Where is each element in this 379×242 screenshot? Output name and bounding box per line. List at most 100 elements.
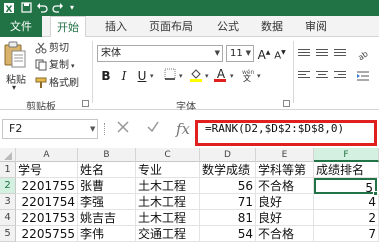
insert-function-button[interactable]: fx <box>172 119 194 139</box>
cell-a5[interactable]: 2205755 <box>16 226 78 242</box>
align-bottom-icon[interactable] <box>334 49 346 59</box>
cell-e5[interactable]: 不合格 <box>256 226 314 242</box>
cell-f2-selected[interactable]: 5 <box>314 178 377 194</box>
format-painter-button[interactable]: 格式刷 <box>35 77 79 91</box>
confirm-formula-icon[interactable] <box>142 119 164 139</box>
cell-d5[interactable]: 54 <box>200 226 256 242</box>
cell-a2[interactable]: 2201755 <box>16 178 78 194</box>
cell-b1[interactable]: 姓名 <box>78 162 136 178</box>
column-header-e[interactable]: E <box>256 148 314 162</box>
grow-font-button[interactable]: A▲ <box>257 45 271 62</box>
cell-c5[interactable]: 交通工程 <box>136 226 200 242</box>
chevron-down-icon: ▼ <box>245 49 251 57</box>
name-box-dropdown-icon[interactable]: ▼ <box>90 119 95 139</box>
indent-icon[interactable] <box>356 69 370 83</box>
column-header-row: A B C D E F <box>0 148 379 162</box>
cut-button[interactable]: 剪切 <box>35 42 69 56</box>
cell-b2[interactable]: 张曹 <box>78 178 136 194</box>
quick-access-menu-icon[interactable]: ▾ <box>66 2 78 14</box>
undo-icon[interactable] <box>36 2 48 14</box>
underline-button[interactable]: U <box>135 68 149 84</box>
cell-a3[interactable]: 2201754 <box>16 194 78 210</box>
align-center-icon[interactable] <box>316 71 328 81</box>
column-header-b[interactable]: B <box>78 148 136 162</box>
orientation-icon[interactable]: ab <box>356 47 370 62</box>
brush-icon <box>35 77 47 89</box>
tab-file[interactable]: 文件 <box>0 16 42 37</box>
column-header-d[interactable]: D <box>200 148 256 162</box>
cell-a4[interactable]: 2201753 <box>16 210 78 226</box>
fill-bucket-icon <box>190 69 202 82</box>
bold-button[interactable]: B <box>99 68 113 84</box>
font-name-value: 宋体 <box>101 48 121 59</box>
redo-icon[interactable] <box>52 2 64 14</box>
cell-d4[interactable]: 81 <box>200 210 256 226</box>
tab-review[interactable]: 审阅 <box>298 16 334 37</box>
tab-page-layout[interactable]: 页面布局 <box>140 16 202 37</box>
row-header-3[interactable]: 3 <box>0 194 16 210</box>
cell-c1[interactable]: 专业 <box>136 162 200 178</box>
cell-d3[interactable]: 71 <box>200 194 256 210</box>
align-left-icon[interactable] <box>298 71 310 81</box>
group-divider <box>92 41 93 103</box>
cell-e1[interactable]: 学科等第 <box>256 162 314 178</box>
tab-formulas[interactable]: 公式 <box>210 16 246 37</box>
cell-f3[interactable]: 4 <box>314 194 379 210</box>
shrink-font-button[interactable]: A▼ <box>273 45 287 61</box>
column-header-f[interactable]: F <box>314 148 379 162</box>
font-color-button[interactable]: A <box>214 68 228 84</box>
cell-f5[interactable]: 7 <box>314 226 379 242</box>
tab-insert[interactable]: 插入 <box>98 16 134 37</box>
font-size-select[interactable]: 11 ▼ <box>226 45 254 62</box>
row-header-2[interactable]: 2 <box>0 178 16 194</box>
border-button[interactable] <box>162 68 178 84</box>
cell-a1[interactable]: 学号 <box>16 162 78 178</box>
italic-button[interactable]: I <box>117 68 131 84</box>
fill-color-dropdown-icon[interactable]: ▾ <box>205 68 209 84</box>
row-header-5[interactable]: 5 <box>0 226 16 242</box>
column-header-c[interactable]: C <box>136 148 200 162</box>
paste-dropdown-icon[interactable]: ▾ <box>12 83 16 92</box>
font-launcher-icon[interactable] <box>283 100 290 107</box>
cancel-formula-icon[interactable] <box>112 119 134 139</box>
cell-b5[interactable]: 李伟 <box>78 226 136 242</box>
clipboard-launcher-icon[interactable] <box>82 100 89 107</box>
underline-dropdown-icon[interactable]: ▾ <box>150 68 154 84</box>
cell-e2[interactable]: 不合格 <box>256 178 314 194</box>
column-header-a[interactable]: A <box>16 148 78 162</box>
select-all-button[interactable] <box>0 148 16 162</box>
row-header-1[interactable]: 1 <box>0 162 16 178</box>
font-color-dropdown-icon[interactable]: ▾ <box>230 68 234 84</box>
cut-label: 剪切 <box>49 43 69 54</box>
tab-data[interactable]: 数据 <box>254 16 290 37</box>
cell-e3[interactable]: 良好 <box>256 194 314 210</box>
tab-home[interactable]: 开始 <box>50 16 86 38</box>
cell-b3[interactable]: 李强 <box>78 194 136 210</box>
cell-b4[interactable]: 姚吉吉 <box>78 210 136 226</box>
save-icon[interactable] <box>20 2 32 14</box>
cell-e4[interactable]: 良好 <box>256 210 314 226</box>
phonetic-button[interactable]: wén 文 <box>240 68 256 84</box>
row-header-4[interactable]: 4 <box>0 210 16 226</box>
copy-button[interactable]: 复制 ▾ <box>35 59 75 73</box>
align-right-icon[interactable] <box>334 71 346 81</box>
name-box[interactable]: F2 <box>2 119 98 139</box>
font-name-select[interactable]: 宋体 ▼ <box>97 45 223 62</box>
cell-d2[interactable]: 56 <box>200 178 256 194</box>
border-dropdown-icon[interactable]: ▾ <box>179 68 183 84</box>
fill-color-button[interactable] <box>188 68 204 84</box>
cell-f1[interactable]: 成绩排名 <box>314 162 379 178</box>
cell-c3[interactable]: 土木工程 <box>136 194 200 210</box>
formula-bar-splitter[interactable] <box>104 123 107 135</box>
cell-d1[interactable]: 数学成绩 <box>200 162 256 178</box>
cell-c4[interactable]: 土木工程 <box>136 210 200 226</box>
align-top-icon[interactable] <box>298 49 310 59</box>
formula-highlight-box <box>195 120 377 146</box>
paste-icon[interactable] <box>3 41 27 71</box>
cell-f4[interactable]: 2 <box>314 210 379 226</box>
copy-dropdown-icon[interactable]: ▾ <box>71 62 75 70</box>
cell-c2[interactable]: 土木工程 <box>136 178 200 194</box>
title-bar: X ▾ <box>0 0 379 16</box>
align-middle-icon[interactable] <box>316 49 328 59</box>
phonetic-dropdown-icon[interactable]: ▾ <box>257 68 261 84</box>
